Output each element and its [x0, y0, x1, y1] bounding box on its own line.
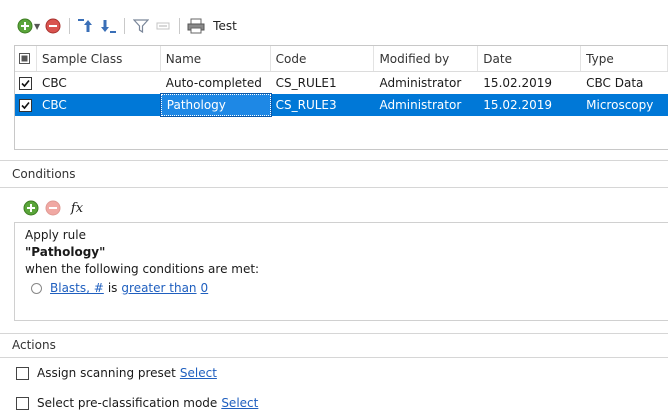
column-header-modified-by[interactable]: Modified by: [374, 46, 479, 71]
row-checkbox[interactable]: [19, 98, 32, 112]
column-header-date[interactable]: Date: [478, 46, 582, 71]
add-rule-button[interactable]: [14, 15, 36, 37]
cell-date: 15.02.2019: [483, 98, 553, 112]
remove-icon: [45, 200, 61, 216]
conditions-toolbar: fx: [20, 197, 90, 219]
print-icon: [187, 18, 205, 34]
column-header-sample-class[interactable]: Sample Class: [37, 46, 161, 71]
action-assign-scanning-preset: Assign scanning preset Select: [16, 366, 217, 380]
toolbar-separator: [179, 18, 181, 34]
conditions-panel: Apply rule "Pathology" when the followin…: [14, 222, 668, 321]
column-header-name[interactable]: Name: [161, 46, 271, 71]
move-up-button[interactable]: [75, 15, 97, 37]
rule-name-text: "Pathology": [25, 245, 106, 259]
action-checkbox[interactable]: [16, 396, 29, 410]
add-icon: [17, 18, 33, 34]
filter-clear-button[interactable]: [152, 15, 174, 37]
section-divider: [0, 357, 668, 358]
condition-value-link[interactable]: 0: [201, 281, 209, 295]
cell-code: CS_RULE3: [275, 98, 337, 112]
filter-clear-icon: [156, 22, 170, 30]
move-down-button[interactable]: [97, 15, 119, 37]
action-select-link[interactable]: Select: [180, 366, 217, 380]
rules-grid: Sample Class Name Code Modified by Date …: [14, 45, 668, 150]
cell-name[interactable]: Pathology: [159, 93, 272, 117]
condition-radio[interactable]: [31, 282, 42, 294]
section-divider: [0, 187, 668, 188]
add-icon: [23, 200, 39, 216]
condition-is-text: is: [107, 281, 118, 295]
checkmark-icon: [21, 101, 30, 109]
test-button[interactable]: Test: [213, 19, 237, 33]
formula-button[interactable]: fx: [64, 197, 90, 219]
action-checkbox[interactable]: [16, 366, 29, 380]
cell-modified-by: Administrator: [379, 76, 462, 90]
condition-field-link[interactable]: Blasts, #: [50, 281, 104, 295]
select-all-checkbox[interactable]: [15, 46, 37, 71]
section-divider: [0, 160, 668, 161]
cell-sample-class: CBC: [41, 98, 67, 112]
cell-type: CBC Data: [586, 76, 644, 90]
condition-item: Blasts, # is greater than 0: [31, 281, 658, 295]
actions-title: Actions: [12, 338, 62, 352]
filter-icon: [133, 19, 150, 34]
move-up-icon: [78, 19, 93, 32]
row-checkbox-cell: [15, 94, 37, 116]
when-conditions-text: when the following conditions are met:: [25, 262, 260, 276]
cell-sample-class: CBC: [41, 76, 67, 90]
table-row[interactable]: CBC Auto-completed CS_RULE1 Administrato…: [15, 72, 668, 94]
checkmark-icon: [21, 79, 30, 87]
grid-header: Sample Class Name Code Modified by Date …: [15, 46, 668, 72]
cell-modified-by: Administrator: [379, 98, 462, 112]
add-condition-button[interactable]: [20, 197, 42, 219]
row-checkbox-cell: [15, 72, 37, 94]
remove-icon: [45, 18, 61, 34]
cell-name: Auto-completed: [165, 76, 262, 90]
action-label: Assign scanning preset: [37, 366, 176, 380]
checkbox-header-icon: [19, 53, 30, 64]
section-divider: [0, 333, 668, 334]
toolbar-separator: [124, 18, 126, 34]
cell-date: 15.02.2019: [483, 76, 553, 90]
rules-toolbar: ▼ Test: [14, 14, 237, 38]
cell-type: Microscopy: [586, 98, 654, 112]
dropdown-arrow-icon[interactable]: ▼: [34, 22, 40, 31]
cell-code: CS_RULE1: [275, 76, 337, 90]
action-select-link[interactable]: Select: [221, 396, 258, 410]
toolbar-separator: [69, 18, 71, 34]
action-select-preclassification-mode: Select pre-classification mode Select: [16, 396, 258, 410]
remove-condition-button[interactable]: [42, 197, 64, 219]
condition-operator-link[interactable]: greater than: [121, 281, 196, 295]
action-label: Select pre-classification mode: [37, 396, 218, 410]
move-down-icon: [101, 20, 117, 33]
remove-rule-button[interactable]: [42, 15, 64, 37]
column-header-type[interactable]: Type: [581, 46, 668, 71]
table-row-selected[interactable]: CBC Pathology CS_RULE3 Administrator 15.…: [15, 93, 668, 117]
filter-button[interactable]: [130, 15, 152, 37]
conditions-title: Conditions: [12, 167, 82, 181]
print-button[interactable]: [185, 15, 207, 37]
column-header-code[interactable]: Code: [271, 46, 375, 71]
row-checkbox[interactable]: [19, 76, 32, 90]
apply-rule-text: Apply rule: [25, 228, 86, 242]
